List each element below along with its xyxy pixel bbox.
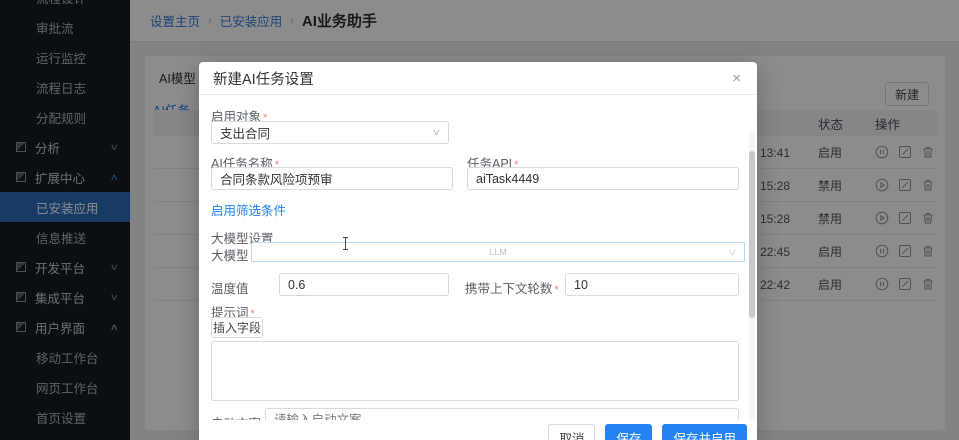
chevron-down-icon: ∨ — [728, 247, 738, 258]
select-value: 支出合同 — [220, 123, 270, 142]
modal-body: 启用对象* 支出合同 ∨ AI任务名称* 任务API* 启用筛选条件 大模型设置… — [199, 95, 757, 440]
context-rounds-input[interactable] — [565, 273, 739, 296]
modal-title: 新建AI任务设置 — [213, 68, 314, 89]
model-select-value: LLM — [489, 247, 507, 257]
insert-field-button[interactable]: 插入字段 — [211, 317, 263, 338]
context-rounds-label: 携带上下文轮数* — [465, 278, 559, 297]
close-icon[interactable]: × — [732, 71, 741, 86]
temperature-input[interactable] — [279, 273, 449, 296]
chevron-down-icon: ∨ — [432, 127, 442, 138]
modal-header: 新建AI任务设置 × — [199, 62, 757, 95]
task-name-input[interactable] — [211, 167, 453, 190]
save-button[interactable]: 保存 — [605, 424, 652, 440]
enable-filter-link[interactable]: 启用筛选条件 — [211, 200, 286, 219]
field-label-text: 大模型 — [211, 249, 249, 263]
model-label: 大模型* — [211, 245, 255, 264]
enable-target-select[interactable]: 支出合同 ∨ — [211, 121, 449, 144]
field-label-text: 温度值 — [211, 282, 249, 296]
new-ai-task-modal: 新建AI任务设置 × 启用对象* 支出合同 ∨ AI任务名称* 任务API* 启… — [199, 62, 757, 440]
cancel-button[interactable]: 取消 — [548, 424, 595, 440]
field-label-text: 携带上下文轮数 — [465, 282, 553, 296]
temperature-label: 温度值 — [211, 278, 249, 297]
prompt-textarea[interactable] — [211, 341, 739, 401]
modal-scrollbar-thumb[interactable] — [749, 151, 755, 318]
text-cursor — [345, 237, 346, 250]
save-and-enable-button[interactable]: 保存并启用 — [662, 424, 747, 440]
modal-footer: 取消 保存 保存并启用 — [199, 420, 757, 440]
model-select[interactable]: LLM ∨ — [251, 242, 745, 262]
task-api-input[interactable] — [467, 167, 739, 190]
app-window: 流程设计 审批流 运行监控 流程日志 分配规则 分析 ∨ 扩展中心 ∧ 已安装应… — [0, 0, 959, 440]
required-mark: * — [555, 284, 559, 296]
